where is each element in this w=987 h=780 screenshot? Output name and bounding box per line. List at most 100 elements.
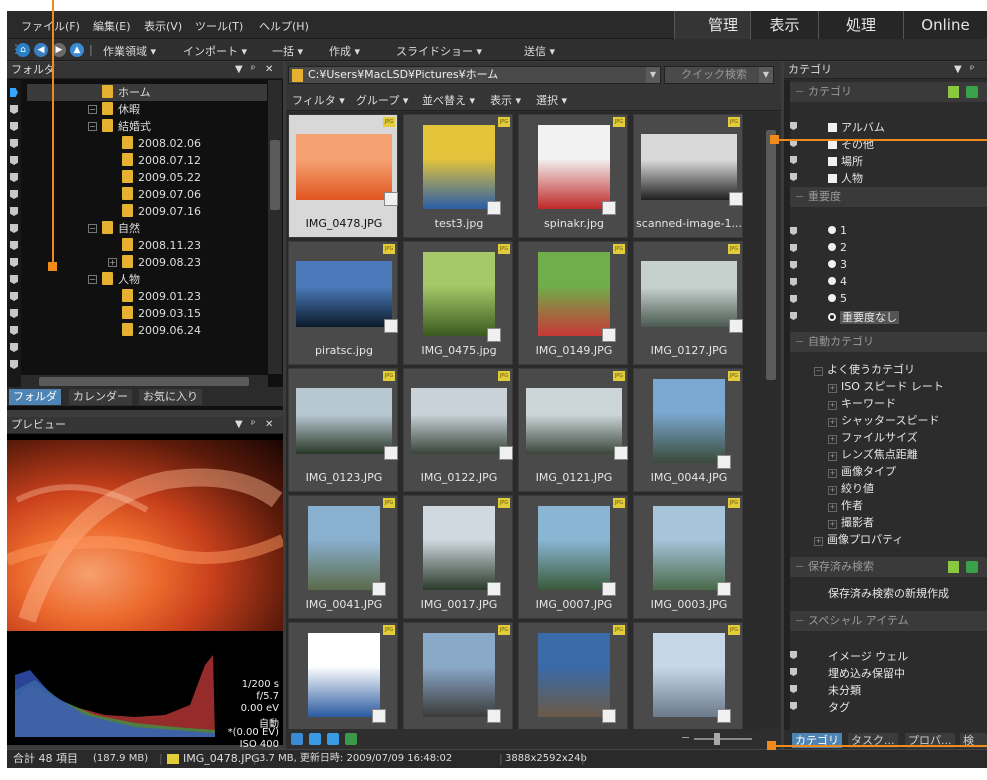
rating-item[interactable]: 3 (828, 258, 847, 271)
flag-icon[interactable] (790, 685, 797, 693)
book-icon[interactable] (948, 86, 959, 98)
back-icon[interactable]: ◀ (34, 43, 48, 57)
select-checkbox[interactable] (384, 192, 398, 206)
menu-help[interactable]: ヘルプ(H) (259, 18, 309, 34)
workspace-menu[interactable]: 作業領域 ▾ (103, 43, 156, 59)
panel-menu-icon[interactable]: ▼ (954, 62, 962, 78)
select-checkbox[interactable] (499, 446, 513, 460)
zoom-slider[interactable] (694, 738, 752, 740)
select-checkbox[interactable] (487, 582, 501, 596)
add-category-icon[interactable] (966, 86, 978, 98)
pin-icon[interactable]: ᵖ (970, 62, 974, 78)
select-checkbox[interactable] (487, 328, 501, 342)
path-field[interactable]: C:¥Users¥MacLSD¥Pictures¥ホーム ▼ (288, 66, 661, 84)
folder-tree-item[interactable]: 休暇 (102, 101, 140, 118)
tree-expander-icon[interactable]: + (108, 258, 117, 267)
flag-icon[interactable] (790, 702, 797, 710)
expand-icon[interactable]: + (828, 486, 837, 495)
expand-icon[interactable]: + (828, 435, 837, 444)
auto-category-root[interactable]: − よく使うカテゴリ (814, 361, 915, 377)
tree-expander-icon[interactable]: − (88, 224, 97, 233)
close-icon[interactable]: ✕ (265, 62, 273, 78)
radio-button[interactable] (828, 277, 836, 285)
expand-icon[interactable]: + (814, 537, 823, 546)
section-importance[interactable]: − 重要度 (790, 187, 987, 207)
select-checkbox[interactable] (717, 455, 731, 469)
rotate-left-icon[interactable] (309, 733, 321, 745)
filter-menu[interactable]: フィルタ ▾ (292, 92, 345, 108)
rotate-right-icon[interactable] (327, 733, 339, 745)
close-icon[interactable]: ✕ (265, 417, 273, 433)
select-checkbox[interactable] (717, 709, 731, 723)
folder-tree-item[interactable]: 2009.05.22 (122, 169, 201, 186)
menu-file[interactable]: ファイル(F) (21, 18, 80, 34)
radio-button[interactable] (828, 243, 836, 251)
flag-icon[interactable] (790, 312, 797, 320)
radio-button[interactable] (828, 226, 836, 234)
special-item[interactable]: タグ (828, 699, 850, 715)
auto-category-item[interactable]: + キーワード (828, 395, 896, 411)
group-menu[interactable]: グループ ▾ (356, 92, 408, 108)
up-icon[interactable]: ▲ (70, 43, 84, 57)
thumbnail-item[interactable]: JPG (288, 622, 398, 729)
special-item[interactable]: イメージ ウェル (828, 648, 908, 664)
thumbnail-item[interactable]: JPG IMG_0127.JPG (633, 241, 743, 365)
thumbnail-item[interactable]: JPG scanned-image-1... (633, 114, 743, 238)
collapse-icon[interactable]: − (795, 187, 804, 207)
select-checkbox[interactable] (602, 328, 616, 342)
select-checkbox[interactable] (372, 709, 386, 723)
section-special-items[interactable]: − スペシャル アイテム (790, 611, 987, 631)
view-menu[interactable]: 表示 ▾ (490, 92, 521, 108)
mode-online[interactable]: Online (903, 11, 987, 39)
expand-icon[interactable]: + (828, 401, 837, 410)
select-checkbox[interactable] (729, 319, 743, 333)
rating-item[interactable]: 重要度なし (828, 309, 899, 325)
zoom-slider-handle[interactable] (714, 733, 720, 745)
thumbnail-item[interactable]: JPG IMG_0041.JPG (288, 495, 398, 619)
folder-tree-item[interactable]: 2008.07.12 (122, 152, 201, 169)
folder-tree-item[interactable]: 2009.07.06 (122, 186, 201, 203)
thumbnail-item[interactable]: JPG (403, 622, 513, 729)
folder-scrollbar[interactable] (268, 80, 282, 374)
collapse-icon[interactable]: − (795, 332, 804, 352)
select-checkbox[interactable] (602, 582, 616, 596)
rating-item[interactable]: 1 (828, 224, 847, 237)
mode-process[interactable]: 処理 (818, 11, 903, 39)
auto-category-item[interactable]: + 作者 (828, 497, 863, 513)
select-checkbox[interactable] (384, 446, 398, 460)
folder-tree-item[interactable]: 結婚式 (102, 118, 151, 135)
collapse-icon[interactable]: − (795, 557, 804, 577)
expand-icon[interactable]: + (828, 452, 837, 461)
select-menu[interactable]: 選択 ▾ (536, 92, 567, 108)
rating-item[interactable]: 4 (828, 275, 847, 288)
select-checkbox[interactable] (602, 201, 616, 215)
thumbnail-item[interactable]: JPG piratsc.jpg (288, 241, 398, 365)
thumbnail-item[interactable]: JPG (518, 622, 628, 729)
category-item[interactable]: 場所 (828, 153, 863, 169)
thumbnail-item[interactable]: JPG IMG_0003.JPG (633, 495, 743, 619)
batch-menu[interactable]: 一括 ▾ (272, 43, 303, 59)
select-checkbox[interactable] (729, 192, 743, 206)
forward-icon[interactable]: ▶ (52, 43, 66, 57)
mode-view[interactable]: 表示 (750, 11, 818, 39)
expand-icon[interactable]: + (828, 503, 837, 512)
folder-tree-item[interactable]: 自然 (102, 220, 140, 237)
menu-tools[interactable]: ツール(T) (195, 18, 243, 34)
folder-tree-item[interactable]: 2009.03.15 (122, 305, 201, 322)
thumbnail-item[interactable]: JPG IMG_0123.JPG (288, 368, 398, 492)
pin-icon[interactable]: ᵖ (251, 417, 255, 433)
flag-icon[interactable] (790, 261, 797, 269)
quick-search-field[interactable]: クイック検索 ▼ (664, 66, 774, 84)
flag-icon[interactable] (790, 668, 797, 676)
section-auto-category[interactable]: − 自動カテゴリ (790, 332, 987, 352)
thumbnail-item[interactable]: JPG IMG_0475.jpg (403, 241, 513, 365)
import-menu[interactable]: インポート ▾ (183, 43, 247, 59)
auto-category-item[interactable]: + ISO スピード レート (828, 378, 944, 394)
flag-icon[interactable] (790, 173, 797, 181)
sort-menu[interactable]: 並べ替え ▾ (422, 92, 475, 108)
thumbnail-item[interactable]: JPG IMG_0121.JPG (518, 368, 628, 492)
folder-tree-item[interactable]: 2009.08.23 (122, 254, 201, 271)
folder-tree-item[interactable]: 2009.06.24 (122, 322, 201, 339)
panel-menu-icon[interactable]: ▼ (235, 62, 243, 78)
new-saved-search-link[interactable]: 保存済み検索の新規作成 (828, 585, 949, 601)
